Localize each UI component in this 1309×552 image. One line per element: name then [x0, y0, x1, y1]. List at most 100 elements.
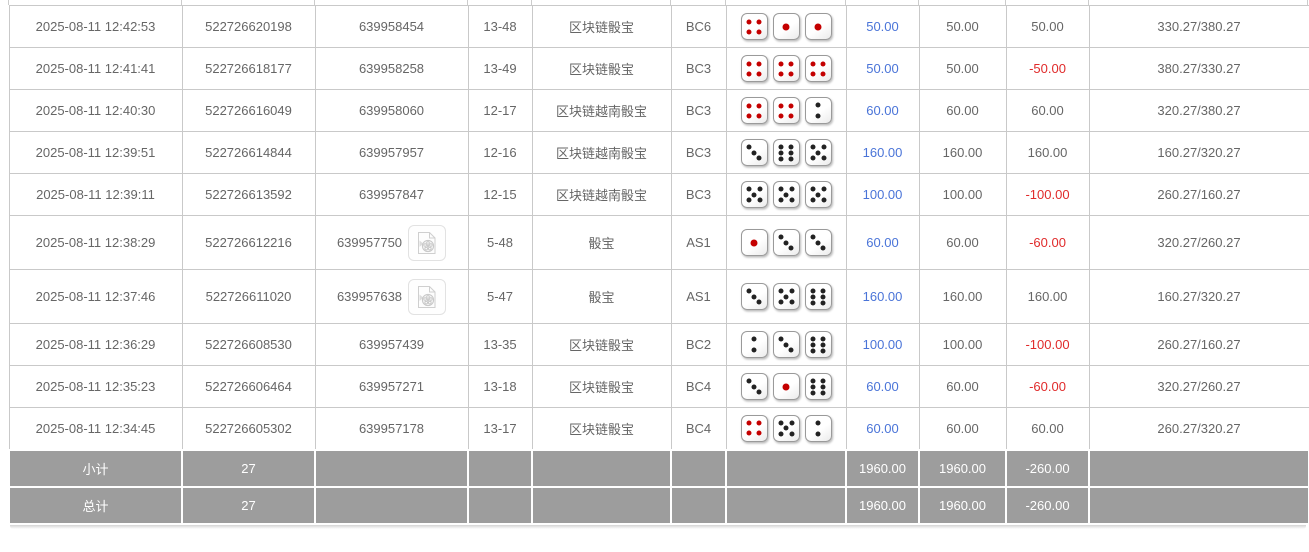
round-id-text: 639958454: [358, 19, 425, 34]
die-pip: [810, 234, 816, 240]
round-id-text: 639957957: [358, 145, 425, 160]
die-face-1: [772, 373, 800, 400]
dice-group: [729, 229, 844, 256]
die-pip: [821, 186, 826, 192]
bet-amount-link[interactable]: 60.00: [866, 421, 899, 436]
die-pip: [815, 420, 821, 426]
die-face-5: [772, 181, 800, 208]
balance-cell: 260.27/320.27: [1088, 407, 1309, 450]
die-face-6: [804, 283, 832, 310]
bet-amount-link[interactable]: 50.00: [866, 61, 899, 76]
die-pip: [810, 71, 816, 76]
die-pip: [751, 384, 757, 389]
round-id-cell: 639958454: [314, 5, 469, 48]
die-face-5: [804, 181, 832, 208]
die-pip: [789, 197, 794, 203]
bet-amount-cell[interactable]: 60.00: [845, 407, 920, 450]
bet-amount-link[interactable]: 60.00: [866, 235, 899, 250]
bet-amount-link[interactable]: 100.00: [863, 337, 903, 352]
bet-id-cell: 522726620198: [181, 5, 316, 48]
column-border-line: [725, 0, 726, 5]
summary-bet-cell: 1960.00: [845, 485, 920, 525]
valid-amount-cell: 60.00: [918, 365, 1007, 408]
bet-amount-cell[interactable]: 100.00: [845, 173, 920, 216]
die-pip: [778, 156, 784, 161]
column-border-line: [845, 0, 846, 5]
round-id-cell: 639957178: [314, 407, 469, 450]
valid-amount-cell: 60.00: [918, 215, 1007, 270]
table-bottom-shadow: [10, 524, 1306, 529]
die-pip: [810, 342, 816, 347]
bet-amount-link[interactable]: 100.00: [863, 187, 903, 202]
bet-amount-link[interactable]: 50.00: [866, 19, 899, 34]
die-pip: [756, 113, 762, 118]
summary-empty-code: [670, 485, 727, 525]
die-pip: [778, 420, 783, 426]
dice-result-cell: [725, 407, 847, 450]
valid-amount-cell: 60.00: [918, 89, 1007, 132]
video-replay-icon[interactable]: [408, 224, 447, 261]
bet-amount-cell[interactable]: 160.00: [845, 131, 920, 174]
bet-amount-link[interactable]: 60.00: [866, 379, 899, 394]
dice-result-cell: [725, 269, 847, 324]
bet-amount-cell[interactable]: 100.00: [845, 323, 920, 366]
dice-group: [729, 13, 844, 40]
dice-result-cell: [725, 215, 847, 270]
bet-amount-cell[interactable]: 60.00: [845, 215, 920, 270]
die-pip: [788, 61, 794, 66]
round-id-text: 639957439: [358, 337, 425, 352]
video-replay-icon[interactable]: [408, 278, 447, 315]
bet-amount-cell[interactable]: 50.00: [845, 47, 920, 90]
game-name-cell: 区块链骰宝: [531, 323, 672, 366]
bet-amount-link[interactable]: 60.00: [866, 103, 899, 118]
die-pip: [810, 186, 815, 192]
die-pip: [788, 113, 794, 118]
die-pip: [788, 144, 794, 149]
die-pip: [810, 197, 815, 203]
die-pip: [783, 240, 789, 245]
dice-result-cell: [725, 5, 847, 48]
period-cell: 12-17: [467, 89, 533, 132]
table-row: 2025-08-11 12:39:51 522726614844 639957957…: [8, 131, 1309, 174]
die-pip: [820, 378, 826, 383]
summary-label-cell: 总计: [8, 485, 183, 525]
summary-empty-dice: [725, 448, 847, 488]
bet-amount-cell[interactable]: 160.00: [845, 269, 920, 324]
die-pip: [820, 245, 826, 251]
round-id-wrap: 639958060: [318, 103, 466, 118]
dice-group: [729, 55, 844, 82]
summary-empty-period: [467, 485, 533, 525]
valid-amount-cell: 50.00: [918, 47, 1007, 90]
dice-result-cell: [725, 323, 847, 366]
die-pip: [788, 71, 794, 76]
dice-group: [729, 97, 844, 124]
dice-group: [729, 373, 844, 400]
die-pip: [821, 144, 826, 150]
die-face-3: [740, 139, 768, 166]
bet-amount-link[interactable]: 160.00: [863, 145, 903, 160]
die-pip: [821, 197, 826, 203]
round-id-wrap: 639958454: [318, 19, 466, 34]
die-pip: [815, 192, 821, 197]
bet-amount-link[interactable]: 160.00: [863, 289, 903, 304]
period-cell: 12-15: [467, 173, 533, 216]
bet-amount-cell[interactable]: 50.00: [845, 5, 920, 48]
bet-amount-cell[interactable]: 60.00: [845, 365, 920, 408]
die-pip: [756, 420, 762, 426]
die-pip: [815, 240, 821, 245]
bet-id-cell: 522726616049: [181, 89, 316, 132]
bet-time-cell: 2025-08-11 12:41:41: [8, 47, 183, 90]
game-name-cell: 骰宝: [531, 269, 672, 324]
die-pip: [746, 103, 752, 108]
round-id-wrap: 639957847: [318, 187, 466, 202]
summary-empty-round: [314, 485, 469, 525]
dice-group: [729, 414, 844, 442]
die-pip: [820, 288, 826, 293]
valid-amount-cell: 50.00: [918, 5, 1007, 48]
die-pip: [782, 23, 790, 30]
column-border-line: [670, 0, 671, 5]
bet-amount-cell[interactable]: 60.00: [845, 89, 920, 132]
die-face-4: [740, 55, 768, 82]
die-pip: [746, 420, 752, 426]
game-name-cell: 区块链骰宝: [531, 365, 672, 408]
